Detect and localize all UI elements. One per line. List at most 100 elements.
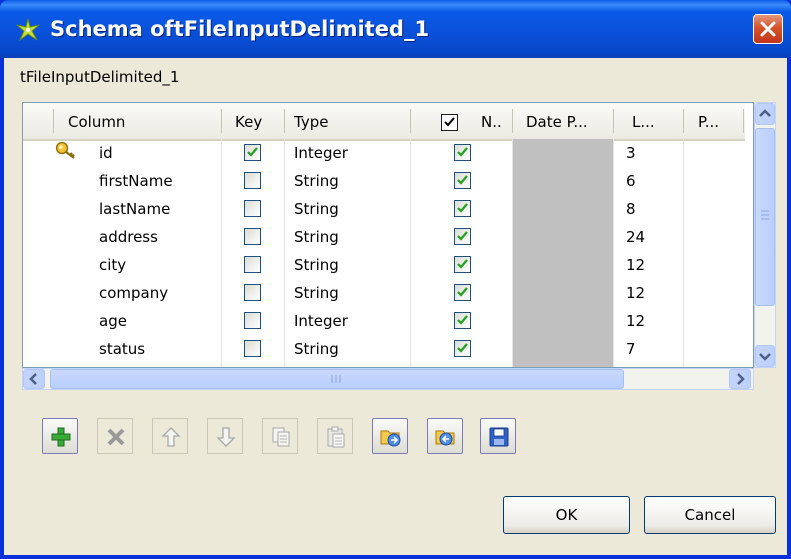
component-name: tFileInputDelimited_1 [20, 68, 180, 86]
nullable-checkbox[interactable] [454, 256, 471, 273]
length-cell[interactable]: 12 [626, 307, 645, 335]
nullable-checkbox[interactable] [454, 172, 471, 189]
column-name-cell[interactable]: id [99, 139, 113, 167]
nullable-checkbox[interactable] [454, 312, 471, 329]
check-icon [457, 147, 468, 157]
arrow-down-icon [216, 427, 236, 447]
type-cell[interactable]: Integer [294, 139, 348, 167]
scroll-left-button[interactable] [23, 369, 45, 389]
type-cell[interactable]: String [294, 223, 339, 251]
length-cell[interactable]: 8 [626, 195, 636, 223]
key-checkbox[interactable] [244, 200, 261, 217]
table-row[interactable]: id Integer 3 [23, 139, 745, 167]
type-cell[interactable]: String [294, 167, 339, 195]
grip-icon [331, 375, 341, 383]
key-checkbox[interactable] [244, 172, 261, 189]
column-name-cell[interactable]: firstName [99, 167, 173, 195]
ok-button[interactable]: OK [503, 496, 630, 534]
key-checkbox[interactable] [244, 312, 261, 329]
table-row[interactable]: lastName String 8 [23, 195, 745, 223]
nullable-checkbox[interactable] [454, 284, 471, 301]
column-name-cell[interactable]: age [99, 307, 127, 335]
table-row[interactable]: firstName String 6 [23, 167, 745, 195]
horizontal-scroll-thumb[interactable] [50, 369, 624, 389]
nullable-checkbox[interactable] [454, 340, 471, 357]
length-cell[interactable]: 7 [626, 335, 636, 363]
scroll-up-button[interactable] [755, 103, 775, 125]
nullable-checkbox[interactable] [454, 228, 471, 245]
check-icon [457, 203, 468, 213]
check-icon [457, 259, 468, 269]
length-cell[interactable]: 24 [626, 223, 645, 251]
import-button[interactable] [372, 418, 408, 454]
vertical-scroll-thumb[interactable] [755, 128, 775, 306]
table-row[interactable]: city String 12 [23, 251, 745, 279]
plus-icon [51, 427, 71, 447]
delete-icon [107, 428, 125, 446]
add-button[interactable] [42, 418, 78, 454]
window-title: Schema oftFileInputDelimited_1 [50, 17, 430, 41]
check-icon [457, 175, 468, 185]
key-checkbox[interactable] [244, 284, 261, 301]
horizontal-scrollbar[interactable] [22, 368, 754, 390]
key-checkbox[interactable] [244, 256, 261, 273]
header-column[interactable]: Column [68, 103, 218, 139]
copy-icon [272, 427, 290, 447]
header-date-pattern[interactable]: Date P... [526, 103, 612, 139]
table-row[interactable]: age Integer 12 [23, 307, 745, 335]
export-button[interactable] [427, 418, 463, 454]
check-icon [247, 147, 258, 157]
chevron-down-icon [759, 353, 771, 361]
save-button[interactable] [480, 418, 516, 454]
title-bar[interactable]: Schema oftFileInputDelimited_1 [0, 0, 791, 58]
key-checkbox[interactable] [244, 340, 261, 357]
move-down-button[interactable] [207, 418, 243, 454]
type-cell[interactable]: Integer [294, 307, 348, 335]
chevron-left-icon [29, 373, 37, 385]
vertical-scrollbar[interactable] [754, 102, 776, 368]
scroll-down-button[interactable] [755, 345, 775, 367]
close-button[interactable] [753, 14, 783, 44]
type-cell[interactable]: String [294, 279, 339, 307]
table-header: Column Key Type N.. Date P... L... P... [23, 103, 745, 141]
header-nullable-checkbox[interactable] [441, 114, 458, 131]
nullable-checkbox[interactable] [454, 200, 471, 217]
length-cell[interactable]: 3 [626, 139, 636, 167]
save-icon [489, 427, 509, 447]
table-row[interactable]: address String 24 [23, 223, 745, 251]
key-checkbox[interactable] [244, 228, 261, 245]
length-cell[interactable]: 6 [626, 167, 636, 195]
table-row[interactable]: status String 7 [23, 335, 745, 363]
paste-button[interactable] [317, 418, 353, 454]
move-up-button[interactable] [152, 418, 188, 454]
header-type[interactable]: Type [294, 103, 404, 139]
chevron-up-icon [759, 109, 771, 117]
arrow-up-icon [161, 427, 181, 447]
copy-button[interactable] [262, 418, 298, 454]
column-name-cell[interactable]: address [99, 223, 158, 251]
cancel-button[interactable]: Cancel [644, 496, 776, 534]
header-key[interactable]: Key [235, 103, 285, 139]
nullable-checkbox[interactable] [454, 144, 471, 161]
column-name-cell[interactable]: company [99, 279, 168, 307]
column-name-cell[interactable]: status [99, 335, 145, 363]
schema-star-icon [16, 18, 40, 42]
length-cell[interactable]: 12 [626, 251, 645, 279]
scroll-right-button[interactable] [729, 369, 751, 389]
header-nullable[interactable]: N.. [481, 103, 511, 139]
key-icon [55, 141, 75, 159]
type-cell[interactable]: String [294, 251, 339, 279]
column-name-cell[interactable]: city [99, 251, 126, 279]
check-icon [457, 287, 468, 297]
type-cell[interactable]: String [294, 195, 339, 223]
header-precision[interactable]: P... [698, 103, 738, 139]
table-row[interactable]: company String 12 [23, 279, 745, 307]
header-length[interactable]: L... [632, 103, 672, 139]
type-cell[interactable]: String [294, 335, 339, 363]
column-name-cell[interactable]: lastName [99, 195, 170, 223]
remove-button[interactable] [97, 418, 133, 454]
key-checkbox[interactable] [244, 144, 261, 161]
length-cell[interactable]: 12 [626, 279, 645, 307]
grip-icon [761, 210, 769, 220]
check-icon [457, 231, 468, 241]
